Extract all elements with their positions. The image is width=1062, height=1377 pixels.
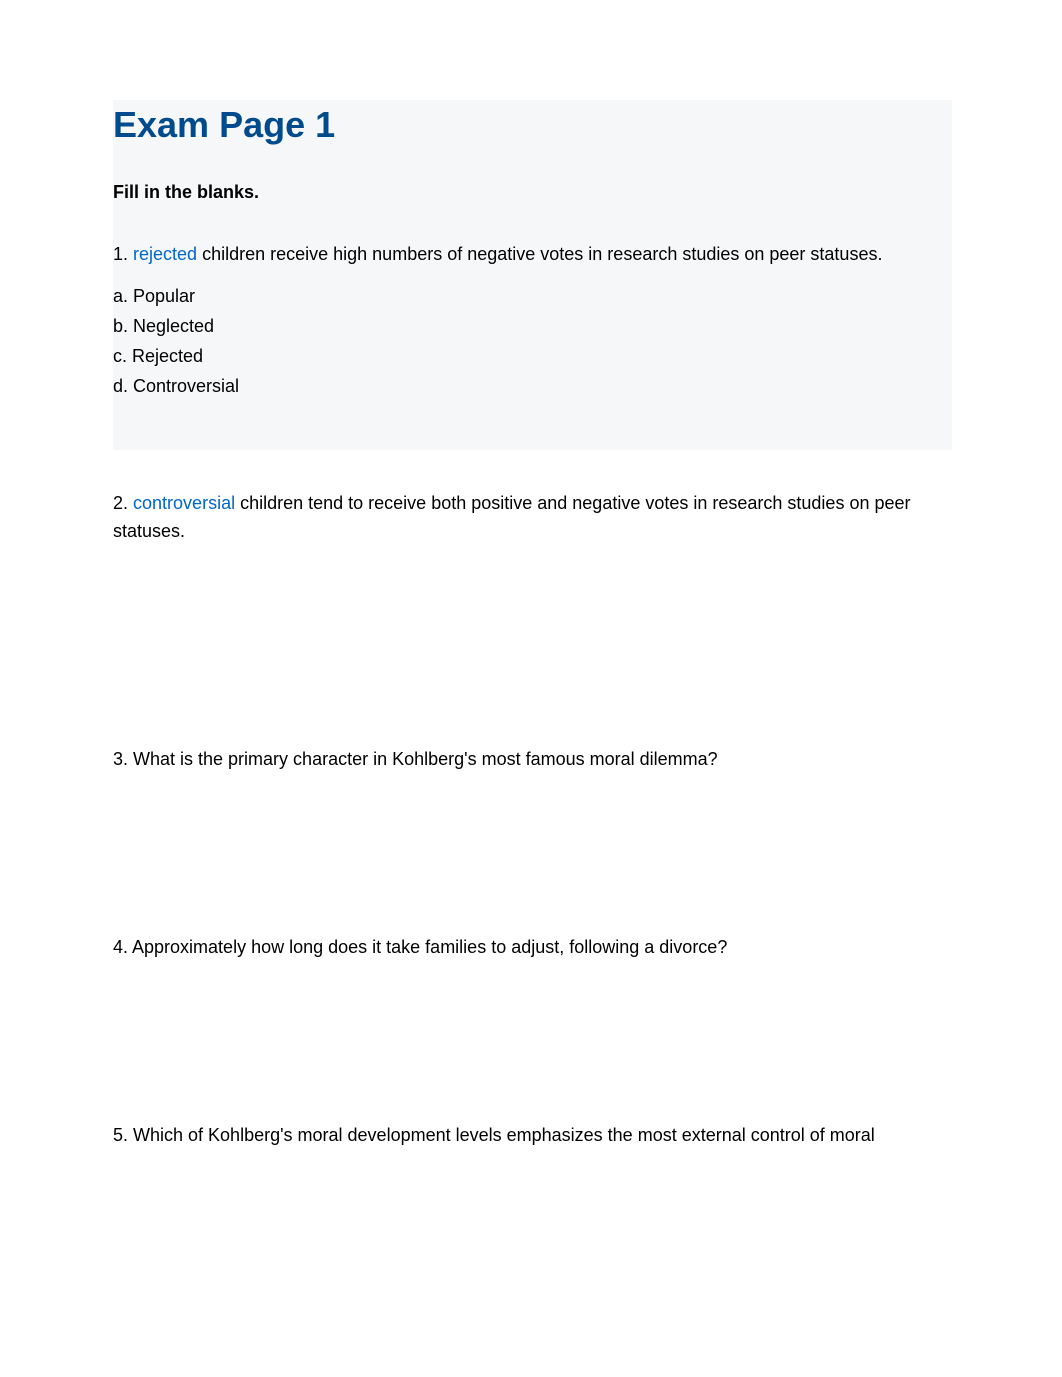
question-1-number: 1.: [113, 244, 128, 264]
question-2: 2. controversial children tend to receiv…: [113, 490, 952, 546]
exam-page: Exam Page 1 Fill in the blanks. 1. rejec…: [0, 0, 1062, 1150]
shaded-section: Exam Page 1 Fill in the blanks. 1. rejec…: [113, 100, 952, 450]
question-5: 5. Which of Kohlberg's moral development…: [113, 1122, 952, 1150]
page-title: Exam Page 1: [113, 100, 952, 146]
question-1-text: 1. rejected children receive high number…: [113, 241, 952, 269]
question-1-option-c: c. Rejected: [113, 343, 952, 371]
instruction-text: Fill in the blanks.: [113, 182, 952, 203]
question-2-answer-link[interactable]: controversial: [133, 493, 235, 513]
question-4: 4. Approximately how long does it take f…: [113, 934, 952, 962]
question-4-text: 4. Approximately how long does it take f…: [113, 937, 727, 957]
question-3: 3. What is the primary character in Kohl…: [113, 746, 952, 774]
question-1-text-after: children receive high numbers of negativ…: [197, 244, 882, 264]
question-1-options: a. Popular b. Neglected c. Rejected d. C…: [113, 283, 952, 401]
question-3-text: 3. What is the primary character in Kohl…: [113, 749, 718, 769]
question-1-answer-link[interactable]: rejected: [133, 244, 197, 264]
question-1: 1. rejected children receive high number…: [113, 241, 952, 400]
question-5-text: 5. Which of Kohlberg's moral development…: [113, 1125, 875, 1145]
question-1-option-a: a. Popular: [113, 283, 952, 311]
question-1-option-b: b. Neglected: [113, 313, 952, 341]
question-1-option-d: d. Controversial: [113, 373, 952, 401]
question-2-number: 2.: [113, 493, 128, 513]
